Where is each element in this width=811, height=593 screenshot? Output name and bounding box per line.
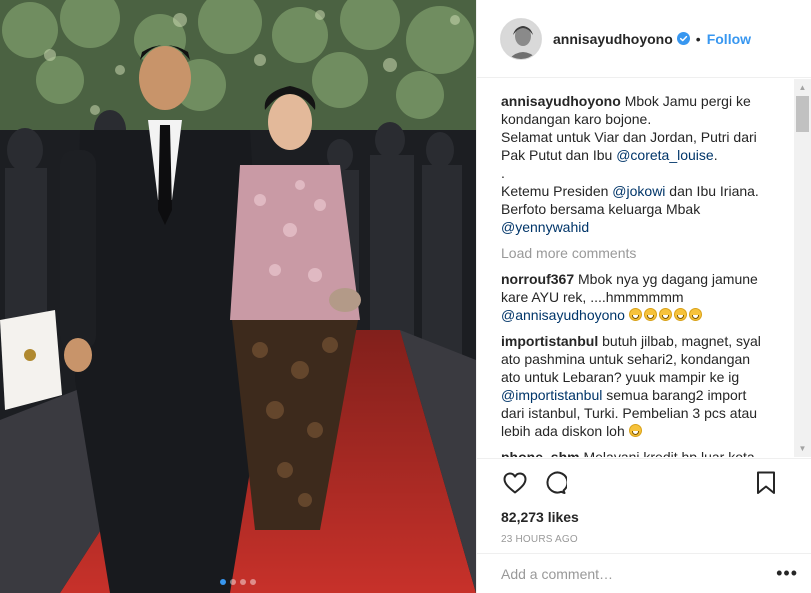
bookmark-icon — [757, 471, 775, 494]
more-options-icon[interactable]: ••• — [776, 563, 798, 584]
comment-button[interactable] — [541, 469, 569, 497]
heart-icon — [503, 472, 527, 494]
grin-emoji-icon — [628, 308, 642, 321]
caption-username[interactable]: annisayudhoyono — [501, 93, 621, 109]
caption-line-2: Selamat untuk Viar dan Jordan, Putri dar… — [501, 128, 771, 164]
comment-item: phone_shm Melayani kredit hp luar kota — [501, 448, 771, 457]
carousel-dot[interactable] — [250, 579, 256, 585]
carousel-dot[interactable] — [230, 579, 236, 585]
comment-item: norrouf367 Mbok nya yg dagang jamune kar… — [501, 270, 771, 324]
grin-emoji-icon — [658, 308, 672, 321]
mention-link[interactable]: @importistanbul — [501, 387, 602, 403]
grin-emoji-icon — [688, 308, 702, 321]
avatar-image — [501, 18, 541, 59]
mention-link[interactable]: @coreta_louise — [616, 147, 714, 163]
post-header: annisayudhoyono • Follow — [477, 0, 811, 78]
like-button[interactable] — [501, 469, 529, 497]
header-separator: • — [695, 30, 701, 47]
post-actions: 82,273 likes 23 HOURS AGO — [477, 458, 811, 545]
comments-scrollbar[interactable]: ▲ ▼ — [794, 79, 811, 457]
smile-emoji-icon — [628, 424, 642, 437]
grin-emoji-icon — [673, 308, 687, 321]
carousel-indicator[interactable] — [0, 579, 476, 585]
add-comment-bar: ••• — [477, 553, 811, 593]
header-username[interactable]: annisayudhoyono — [553, 31, 673, 47]
caption-text-4: Ketemu Presiden — [501, 183, 613, 199]
post-side-panel: annisayudhoyono • Follow annisayudhoyono… — [476, 0, 811, 593]
caption-line-3: . — [501, 165, 505, 181]
add-comment-input[interactable] — [501, 565, 777, 582]
comment-username[interactable]: phone_shm — [501, 449, 580, 457]
verified-badge-icon — [676, 32, 690, 45]
follow-button[interactable]: Follow — [707, 31, 751, 47]
action-icon-row — [501, 467, 792, 499]
grin-emoji-icon — [643, 308, 657, 321]
scrollbar-thumb[interactable] — [796, 96, 809, 132]
save-button[interactable] — [752, 469, 780, 497]
grin-emoji-group — [628, 307, 704, 323]
avatar[interactable] — [500, 17, 542, 60]
photo-illustration — [0, 0, 476, 593]
post-timestamp[interactable]: 23 HOURS AGO — [501, 534, 792, 545]
carousel-dot[interactable] — [240, 579, 246, 585]
comment-icon — [546, 471, 567, 494]
comment-username[interactable]: importistanbul — [501, 333, 598, 349]
caption: annisayudhoyono Mbok Jamu pergi ke konda… — [501, 92, 771, 236]
comments-list[interactable]: annisayudhoyono Mbok Jamu pergi ke konda… — [477, 79, 811, 457]
likes-count[interactable]: 82,273 likes — [501, 509, 792, 525]
comment-text: Melayani kredit hp luar kota — [583, 449, 755, 457]
caption-line-4: Ketemu Presiden @jokowi dan Ibu Iriana. … — [501, 182, 771, 236]
comment-item: importistanbul butuh jilbab, magnet, sya… — [501, 332, 771, 440]
load-more-comments-button[interactable]: Load more comments — [501, 244, 771, 262]
post-photo[interactable] — [0, 0, 476, 593]
scroll-down-arrow-icon[interactable]: ▼ — [794, 440, 811, 457]
caption-text-2-end: . — [713, 147, 718, 163]
scroll-up-arrow-icon[interactable]: ▲ — [794, 79, 811, 96]
comment-username[interactable]: norrouf367 — [501, 271, 574, 287]
mention-link[interactable]: @annisayudhoyono — [501, 307, 625, 323]
mention-link[interactable]: @jokowi — [612, 183, 665, 199]
mention-link[interactable]: @yennywahid — [501, 219, 589, 235]
carousel-dot-active[interactable] — [220, 579, 226, 585]
